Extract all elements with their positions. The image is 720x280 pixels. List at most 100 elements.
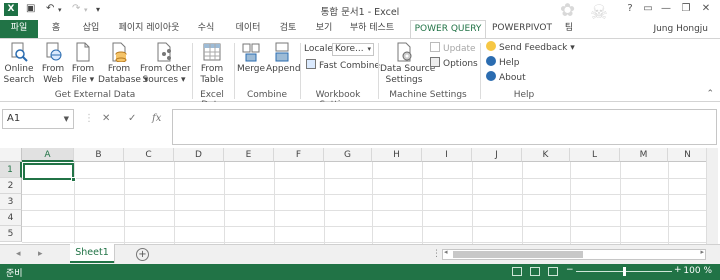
from-other-sources-button[interactable]: From Other Sources ▾ [140,42,191,86]
collapse-ribbon-icon[interactable]: ⌃ [706,89,714,99]
file-icon [76,42,90,62]
column-header-n[interactable]: N [668,148,708,162]
gridline [620,162,621,244]
zoom-level[interactable]: 100 % [683,266,712,276]
row-header-5[interactable]: 5 [0,226,22,242]
gridline [324,162,325,244]
data-source-settings-button[interactable]: Data Source Settings [380,42,435,86]
tab-review[interactable]: 검토 [274,20,302,38]
column-header-l[interactable]: L [570,148,620,162]
from-file-label: From File ▾ [71,64,95,85]
from-web-label: From Web [41,64,65,85]
active-cell-a1[interactable] [23,163,76,182]
from-database-button[interactable]: From Database ▾ [98,42,148,86]
user-account[interactable]: Jung Hongju [653,24,708,34]
page-break-preview-icon[interactable] [548,267,558,276]
formula-input[interactable] [172,109,717,145]
locale-value: Kore... [335,44,364,54]
horizontal-scroll-thumb[interactable] [453,251,583,258]
column-header-b[interactable]: B [74,148,124,162]
column-header-g[interactable]: G [324,148,372,162]
sheet-nav-next-icon[interactable]: ▸ [38,249,43,259]
name-box[interactable]: A1 ▼ [2,109,74,129]
enter-icon[interactable]: ✓ [128,113,136,124]
from-table-button[interactable]: From Table [196,42,228,86]
ribbon-tabs: 파일 홈 삽입 페이지 레이아웃 수식 데이터 검토 보기 부하 테스트 POW… [0,20,720,38]
row-header-4[interactable]: 4 [0,210,22,226]
zoom-slider-knob[interactable] [623,267,626,276]
column-header-h[interactable]: H [372,148,422,162]
tab-powerpivot[interactable]: POWERPIVOT [490,20,554,38]
tab-insert[interactable]: 삽입 [76,20,106,38]
minimize-icon[interactable]: — [658,2,674,16]
merge-button[interactable]: Merge [236,42,266,75]
restore-icon[interactable]: ❐ [678,2,694,16]
tab-home[interactable]: 홈 [44,20,68,38]
close-icon[interactable]: ✕ [698,2,714,16]
column-header-f[interactable]: F [274,148,324,162]
scroll-left-icon[interactable]: ◂ [444,248,448,256]
row-header-2[interactable]: 2 [0,178,22,194]
column-header-d[interactable]: D [174,148,224,162]
zoom-out-icon[interactable]: − [566,265,574,275]
tab-load-test[interactable]: 부하 테스트 [346,20,398,38]
column-header-i[interactable]: I [422,148,472,162]
ribbon-display-options-icon[interactable]: ▭ [640,2,656,16]
append-button[interactable]: Append [266,42,301,75]
row-header-1[interactable]: 1 [0,162,22,178]
tab-formulas[interactable]: 수식 [192,20,220,38]
help-icon [486,56,496,66]
about-label: About [499,73,526,83]
normal-view-icon[interactable] [512,267,522,276]
sheet-tab-sheet1[interactable]: Sheet1 [70,244,114,263]
column-header-m[interactable]: M [620,148,668,162]
online-search-label: Online Search [3,64,35,85]
tab-page-layout[interactable]: 페이지 레이아웃 [114,20,184,38]
from-file-button[interactable]: From File ▾ [68,42,98,86]
help-button[interactable]: Help [486,56,520,69]
insert-function-icon[interactable]: fx [152,113,161,124]
locale-select[interactable]: Kore... ▾ [332,43,374,56]
row-header-3[interactable]: 3 [0,194,22,210]
column-header-k[interactable]: K [522,148,570,162]
vertical-scrollbar[interactable] [706,148,718,244]
options-label: Options [443,59,478,69]
tab-file[interactable]: 파일 [0,20,38,38]
help-icon[interactable]: ? [622,2,638,16]
tab-view[interactable]: 보기 [310,20,338,38]
page-layout-view-icon[interactable] [530,267,540,276]
from-web-button[interactable]: From Web [38,42,68,86]
gridline [124,162,125,244]
ribbon: Online Search From Web From File ▾ From … [0,38,720,110]
online-search-button[interactable]: Online Search [2,42,36,86]
worksheet-grid[interactable]: A B C D E F G H I J K L M N 1 2 3 4 5 [0,148,718,244]
fast-combine-button[interactable]: Fast Combine [306,59,380,72]
column-header-c[interactable]: C [124,148,174,162]
chevron-down-icon: ▾ [367,45,371,53]
add-sheet-button[interactable]: + [136,248,149,261]
sheet-nav-prev-icon[interactable]: ◂ [16,249,21,259]
tab-power-query[interactable]: POWER QUERY [410,20,486,38]
select-all-corner[interactable] [0,148,22,162]
tab-team[interactable]: 팀 [560,20,578,38]
column-header-a[interactable]: A [22,148,74,162]
cancel-icon[interactable]: ✕ [102,113,110,124]
formula-bar: A1 ▼ ⋮ ✕ ✓ fx [0,102,720,146]
column-header-j[interactable]: J [472,148,522,162]
about-button[interactable]: About [486,71,526,84]
group-label-combine: Combine [246,90,287,100]
options-button[interactable]: Options [430,57,478,70]
send-feedback-button[interactable]: Send Feedback ▾ [486,41,575,54]
gridline [22,242,718,243]
column-header-e[interactable]: E [224,148,274,162]
zoom-in-icon[interactable]: + [674,265,682,275]
gridline [174,162,175,244]
options-icon [430,57,440,67]
tab-data[interactable]: 데이터 [228,20,268,38]
window-title: 통합 문서1 - Excel [320,7,400,18]
horizontal-scrollbar[interactable]: ◂ ▸ [442,248,706,260]
scroll-right-icon[interactable]: ▸ [700,248,704,256]
gridline [22,226,718,227]
group-label-machine-settings: Machine Settings [389,90,467,100]
fill-handle[interactable] [71,177,76,182]
